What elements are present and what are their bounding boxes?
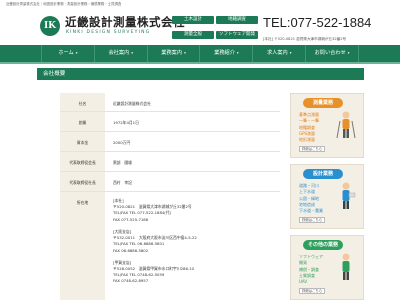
table-row-offices: 所在地 [本社] 〒520-0821 滋賀県大津市湖城が丘32番2号 TEL/F… <box>60 192 280 300</box>
chevron-down-icon: ▾ <box>236 51 239 55</box>
table-row: 代表取締役会長 黒部 國雄 <box>60 152 280 172</box>
card-title: その他の業務 <box>303 240 343 250</box>
nav-item-company[interactable]: 会社案内 ▾ <box>93 45 147 62</box>
nav-label: 求人案内 <box>266 50 288 56</box>
company-logo[interactable]: IK <box>40 16 60 36</box>
detail-button[interactable]: 詳細はこちら <box>299 146 325 152</box>
sidebar-card-design[interactable]: 設計業務 道路・河川 上下水道 公園・緑地 宅地造成 下水道・農業 詳細はこちら <box>290 164 364 229</box>
nav-item-contact[interactable]: お問い合わせ ▾ <box>305 45 359 62</box>
service-button-survey[interactable]: 測量全般 <box>172 31 214 39</box>
service-button-civil[interactable]: 土木設計 <box>172 16 214 24</box>
service-button-cadastral[interactable]: 地籍調査 <box>216 16 258 24</box>
card-line: 下水道・農業 <box>299 208 323 214</box>
row-value: 西村 幸記 <box>113 180 132 185</box>
nav-item-recruit[interactable]: 求人案内 ▾ <box>252 45 305 62</box>
worker-icon <box>342 253 350 280</box>
card-line: 地形測量 <box>299 137 315 143</box>
table-row: 代表取締役社長 西村 幸記 <box>60 172 280 192</box>
nav-item-works[interactable]: 業務紹介 ▾ <box>199 45 252 62</box>
chevron-down-icon: ▾ <box>75 51 78 55</box>
row-label: 代表取締役会長 <box>60 152 105 171</box>
row-value: 1972年4月1日 <box>113 120 139 125</box>
chevron-down-icon: ▾ <box>184 51 186 55</box>
phone-text: TEL:077-522-1884 <box>263 15 372 30</box>
service-button-software[interactable]: ソフトウェア開発 <box>216 31 258 39</box>
row-value: 黒部 國雄 <box>113 160 132 165</box>
row-label: 社名 <box>60 93 105 111</box>
top-info-bar: 近畿設計測量株式会社｜地図設計業務・測量設計業務・補償業務・土質調査 <box>0 0 400 9</box>
head-office-address: [本社] 〒520-0821 滋賀県大津市湖城が丘32番2号 <box>263 37 347 41</box>
card-list: 基準点測量 一筆・一筆 地籍調査 GPS測量 地形測量 <box>299 112 319 143</box>
top-info-text: 近畿設計測量株式会社｜地図設計業務・測量設計業務・補償業務・土質調査 <box>6 2 122 6</box>
card-title: 設計業務 <box>303 169 343 179</box>
row-label: 資本金 <box>60 132 105 151</box>
table-row: 資本金 2000万円 <box>60 132 280 152</box>
company-profile-table: 社名 近畿設計測量株式会社 創業 1972年4月1日 資本金 2000万円 代表… <box>60 93 280 300</box>
row-value: 2000万円 <box>113 140 131 145</box>
sidebar-card-other[interactable]: その他の業務 ソフトウェア 開発 補償・調査 土質調査 UAV 詳細はこちら <box>290 235 364 300</box>
table-row: 社名 近畿設計測量株式会社 <box>60 93 280 112</box>
row-label: 創業 <box>60 112 105 131</box>
office-list: [本社] 〒520-0821 滋賀県大津市湖城が丘32番2号 TEL/FAX T… <box>105 192 280 300</box>
office-line: FAX 0748-62-8957 <box>113 278 149 284</box>
chevron-down-icon: ▾ <box>347 51 350 55</box>
row-label: 所在地 <box>60 192 105 300</box>
nav-label: 業務紹介 <box>214 50 235 56</box>
section-title: 会社概要 <box>37 68 364 80</box>
service-buttons: 土木設計 地籍調査 測量全般 ソフトウェア開発 <box>172 16 258 44</box>
detail-button[interactable]: 詳細はこちら <box>299 217 325 223</box>
card-list: 道路・河川 上下水道 公園・緑地 宅地造成 下水道・農業 <box>299 183 323 214</box>
nav-divider <box>0 62 400 64</box>
nav-label: 業務案内 <box>161 50 183 56</box>
nav-label: お問い合わせ <box>314 50 346 56</box>
service-sidebar: 測量業務 基準点測量 一筆・一筆 地籍調査 GPS測量 地形測量 詳細はこちら … <box>290 93 364 300</box>
nav-label: 会社案内 <box>108 50 130 56</box>
nav-item-services[interactable]: 業務案内 ▾ <box>146 45 200 62</box>
company-name[interactable]: 近畿設計測量株式会社 <box>65 14 185 30</box>
chevron-down-icon: ▾ <box>131 51 133 55</box>
main-nav: ホーム ▾ 会社案内 ▾ 業務案内 ▾ 業務紹介 ▾ 求人案内 ▾ お問い合わせ ▾ <box>0 45 400 62</box>
table-row: 創業 1972年4月1日 <box>60 112 280 132</box>
card-title: 測量業務 <box>303 98 343 108</box>
nav-label: ホーム <box>58 50 74 56</box>
site-header: IK 近畿設計測量株式会社 KINKI DESIGN SURVEYING 土木設… <box>0 10 400 44</box>
sidebar-card-survey[interactable]: 測量業務 基準点測量 一筆・一筆 地籍調査 GPS測量 地形測量 詳細はこちら <box>290 93 364 158</box>
card-list: ソフトウェア 開発 補償・調査 土質調査 UAV <box>299 254 323 285</box>
row-label: 代表取締役社長 <box>60 172 105 191</box>
detail-button[interactable]: 詳細はこちら <box>299 288 325 294</box>
designer-icon <box>342 182 356 209</box>
card-line: 一筆・一筆 <box>299 118 319 124</box>
chevron-down-icon: ▾ <box>289 51 292 55</box>
surveyor-icon <box>336 111 356 139</box>
card-line: UAV <box>299 279 308 285</box>
row-value: 近畿設計測量株式会社 <box>113 101 151 106</box>
company-name-en: KINKI DESIGN SURVEYING <box>66 30 151 35</box>
nav-item-home[interactable]: ホーム ▾ <box>41 45 94 62</box>
phone-number[interactable]: TEL:077-522-1884 <box>263 15 371 30</box>
